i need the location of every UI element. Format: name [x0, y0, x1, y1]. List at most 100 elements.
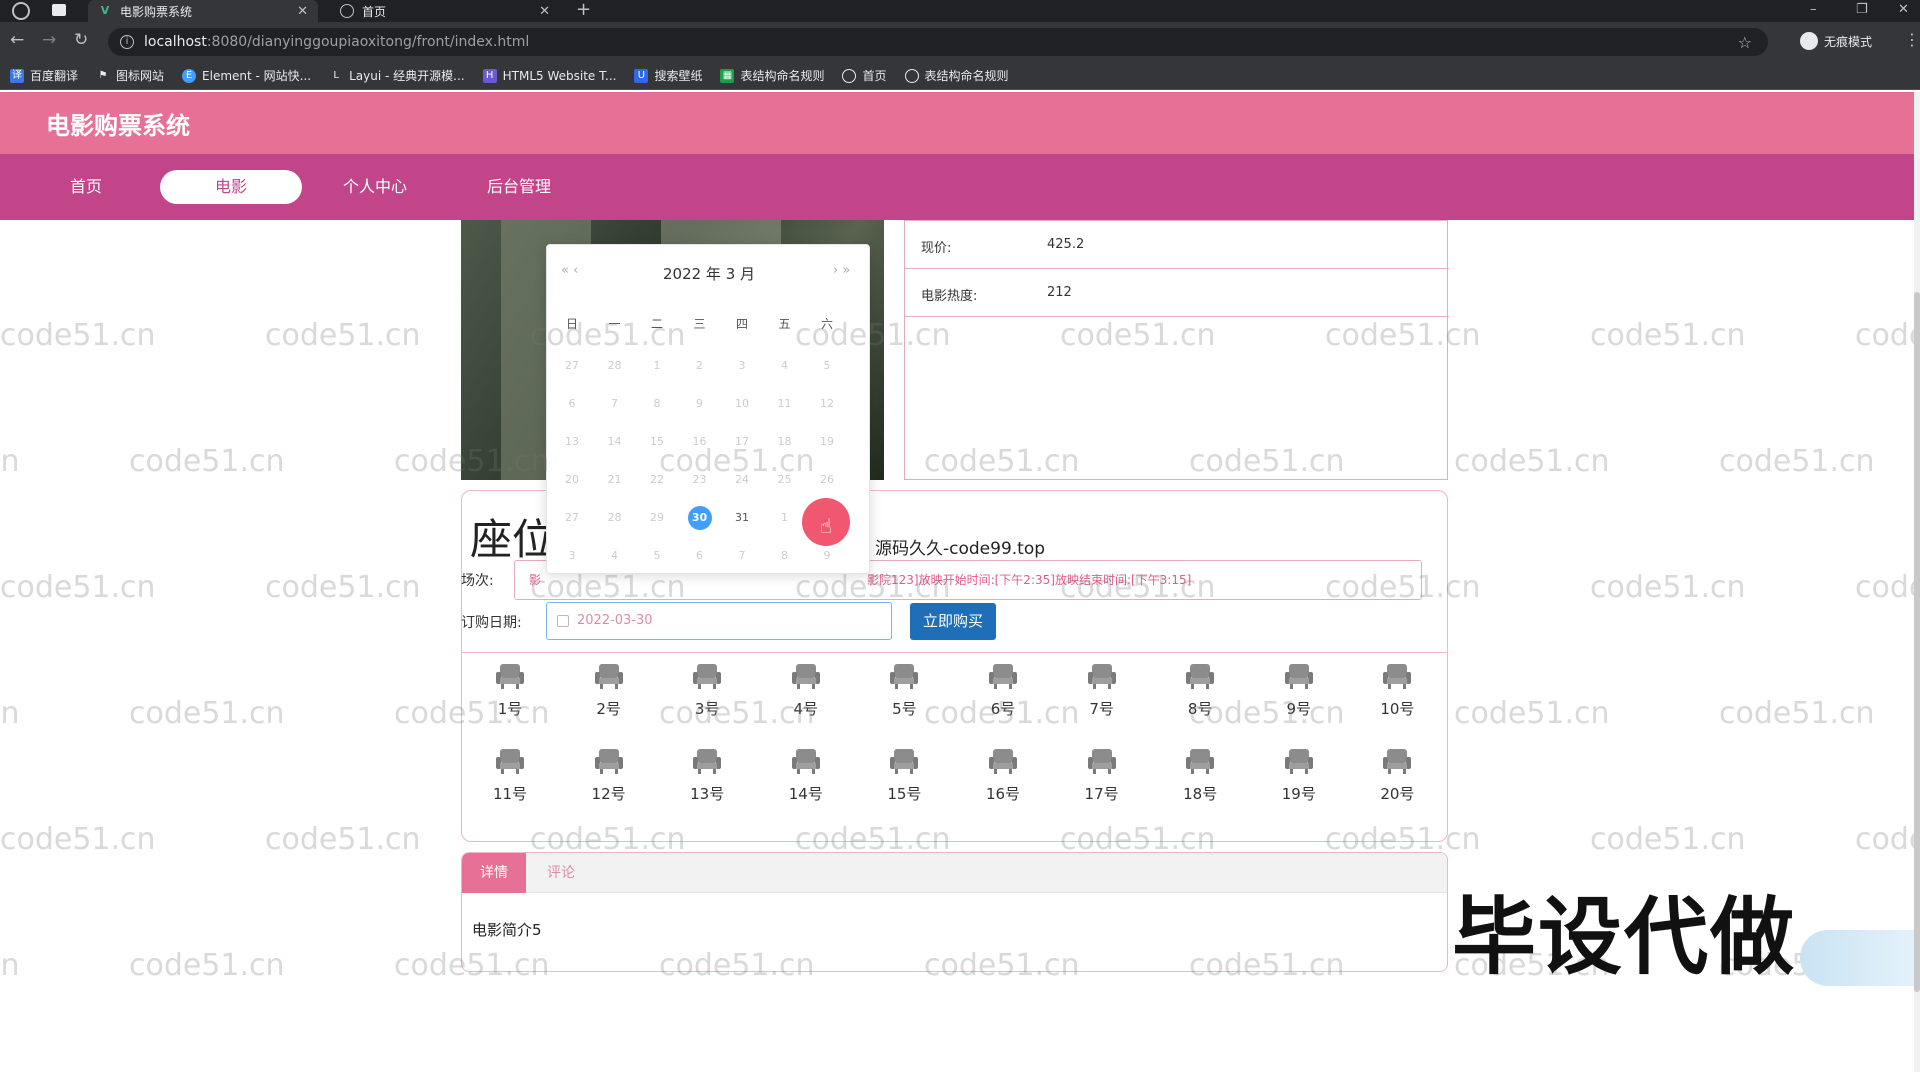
calendar-day[interactable]: 6 [557, 391, 587, 417]
buy-now-button[interactable]: 立即购买 [910, 603, 996, 640]
nav-profile[interactable]: 个人中心 [330, 170, 420, 204]
restore-icon[interactable]: ❐ [1856, 0, 1868, 22]
seat[interactable]: 15号 [874, 747, 934, 813]
forward-icon[interactable]: → [42, 30, 56, 50]
calendar-day[interactable]: 5 [812, 353, 842, 379]
calendar-day[interactable]: 3 [557, 543, 587, 569]
calendar-day[interactable]: 15 [642, 429, 672, 455]
seat[interactable]: 10号 [1367, 662, 1427, 728]
nav-admin[interactable]: 后台管理 [474, 170, 564, 204]
tab-close-icon[interactable]: ✕ [297, 4, 308, 19]
calendar-day[interactable]: 9 [812, 543, 842, 569]
calendar-day[interactable]: 27 [557, 353, 587, 379]
seat[interactable]: 6号 [973, 662, 1033, 728]
close-window-icon[interactable]: ✕ [1898, 0, 1909, 22]
minimize-icon[interactable]: – [1810, 0, 1817, 22]
calendar-day-selected[interactable]: 30 [687, 506, 712, 530]
page-scrollbar[interactable] [1914, 92, 1920, 1072]
calendar-day[interactable]: 9 [685, 391, 715, 417]
seat[interactable]: 17号 [1072, 747, 1132, 813]
calendar-day[interactable]: 27 [557, 505, 587, 531]
calendar-day[interactable]: 1 [642, 353, 672, 379]
seat[interactable]: 18号 [1170, 747, 1230, 813]
nav-home[interactable]: 首页 [46, 170, 126, 204]
bookmark-item[interactable]: H HTML5 Website T... [482, 68, 616, 83]
seat[interactable]: 1号 [480, 662, 540, 728]
bookmark-item[interactable]: ▦ 表结构命名规则 [720, 67, 824, 84]
calendar-day[interactable]: 26 [812, 467, 842, 493]
calendar-day[interactable]: 13 [557, 429, 587, 455]
seat[interactable]: 12号 [579, 747, 639, 813]
back-icon[interactable]: ← [10, 30, 24, 50]
calendar-day[interactable]: 17 [727, 429, 757, 455]
calendar-day[interactable]: 4 [600, 543, 630, 569]
calendar-day[interactable]: 2 [685, 353, 715, 379]
scrollbar-thumb[interactable] [1914, 292, 1920, 992]
browser-tab[interactable]: 首页 ✕ [330, 0, 560, 22]
next-month-year-icon[interactable]: › » [833, 263, 850, 278]
floating-widget[interactable] [1800, 930, 1920, 986]
reload-icon[interactable]: ↻ [74, 30, 88, 50]
calendar-day[interactable]: 25 [770, 467, 800, 493]
calendar-day[interactable]: 18 [770, 429, 800, 455]
address-bar[interactable]: i localhost :8080/dianyinggoupiaoxitong/… [108, 28, 1768, 56]
seat[interactable]: 16号 [973, 747, 1033, 813]
seat[interactable]: 11号 [480, 747, 540, 813]
bookmark-star-icon[interactable]: ☆ [1738, 33, 1752, 52]
calendar-day[interactable]: 20 [557, 467, 587, 493]
seat[interactable]: 14号 [776, 747, 836, 813]
calendar-day[interactable]: 31 [727, 505, 757, 531]
browser-tab-active[interactable]: V 电影购票系统 ✕ [88, 0, 318, 22]
tab-details[interactable]: 详情 [462, 853, 526, 893]
calendar-day[interactable]: 29 [642, 505, 672, 531]
tab-close-icon[interactable]: ✕ [539, 4, 550, 19]
bookmark-item[interactable]: 首页 [842, 67, 887, 84]
calendar-day[interactable]: 6 [685, 543, 715, 569]
calendar-day[interactable]: 7 [600, 391, 630, 417]
bookmark-item[interactable]: ⚑ 图标网站 [96, 67, 165, 84]
seat[interactable]: 7号 [1072, 662, 1132, 728]
seat[interactable]: 13号 [677, 747, 737, 813]
calendar-day[interactable]: 4 [770, 353, 800, 379]
calendar-day[interactable]: 1 [770, 505, 800, 531]
seat[interactable]: 4号 [776, 662, 836, 728]
calendar-day[interactable]: 5 [642, 543, 672, 569]
calendar-day[interactable]: 22 [642, 467, 672, 493]
seat[interactable]: 3号 [677, 662, 737, 728]
new-tab-icon[interactable]: + [576, 0, 591, 22]
calendar-day[interactable]: 8 [642, 391, 672, 417]
calendar-day[interactable]: 16 [685, 429, 715, 455]
browser-menu-icon[interactable] [12, 2, 30, 20]
bookmark-item[interactable]: 译百度翻译 [10, 67, 78, 84]
calendar-day[interactable]: 14 [600, 429, 630, 455]
calendar-day[interactable]: 8 [770, 543, 800, 569]
calendar-day[interactable]: 19 [812, 429, 842, 455]
more-menu-icon[interactable]: ⋮ [1904, 30, 1920, 49]
calendar-day[interactable]: 10 [727, 391, 757, 417]
calendar-day[interactable]: 23 [685, 467, 715, 493]
seat[interactable]: 19号 [1269, 747, 1329, 813]
incognito-indicator[interactable]: 无痕模式 [1800, 32, 1872, 50]
bookmark-item[interactable]: 表结构命名规则 [904, 67, 1009, 84]
calendar-day[interactable]: 7 [727, 543, 757, 569]
seat[interactable]: 20号 [1367, 747, 1427, 813]
calendar-day[interactable]: 21 [600, 467, 630, 493]
bookmark-item[interactable]: U 搜索壁纸 [634, 67, 702, 84]
window-icon[interactable] [52, 4, 66, 16]
order-date-input[interactable]: 2022-03-30 [546, 602, 892, 640]
calendar-day[interactable]: 28 [600, 505, 630, 531]
bookmark-item[interactable]: L Layui - 经典开源模... [329, 67, 464, 84]
calendar-day[interactable]: 3 [727, 353, 757, 379]
calendar-day[interactable]: 28 [600, 353, 630, 379]
calendar-day[interactable]: 12 [812, 391, 842, 417]
bookmark-item[interactable]: E Element - 网站快... [182, 67, 311, 84]
calendar-day[interactable]: 11 [770, 391, 800, 417]
seat[interactable]: 8号 [1170, 662, 1230, 728]
seat[interactable]: 2号 [579, 662, 639, 728]
seat[interactable]: 5号 [874, 662, 934, 728]
tab-comments[interactable]: 评论 [526, 853, 596, 893]
seat[interactable]: 9号 [1269, 662, 1329, 728]
calendar-day[interactable]: 24 [727, 467, 757, 493]
site-info-icon[interactable]: i [120, 35, 134, 49]
nav-movies[interactable]: 电影 [160, 170, 302, 204]
